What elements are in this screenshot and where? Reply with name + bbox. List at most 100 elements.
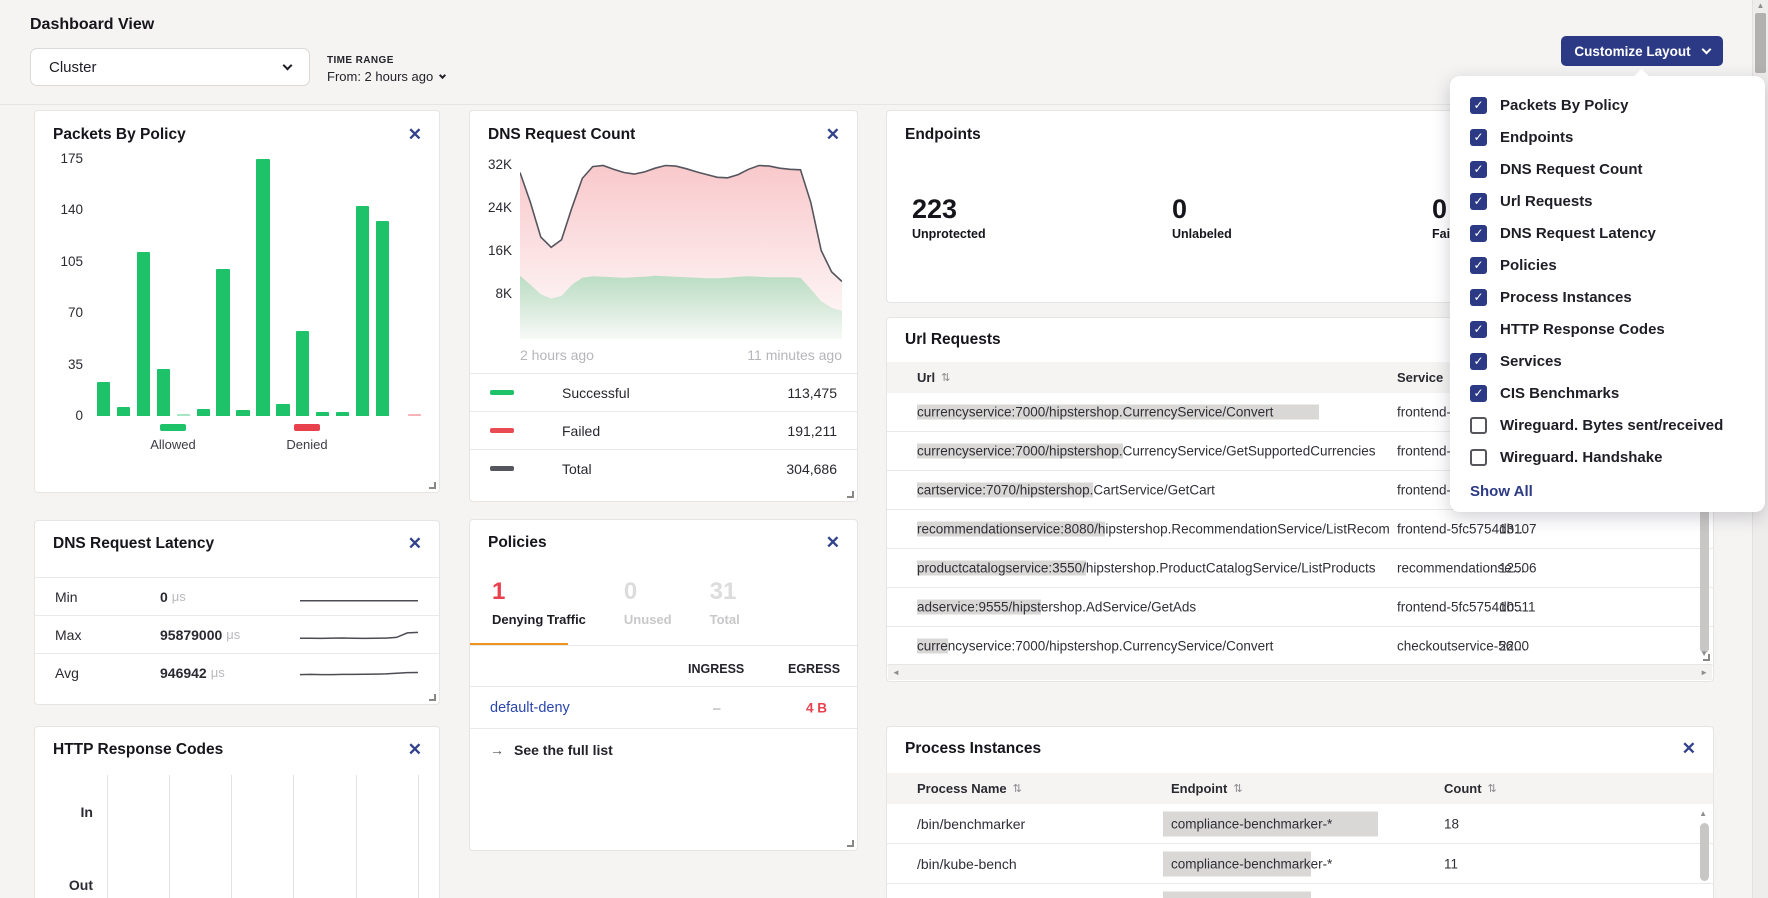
checkbox-checked-icon[interactable]: ✓ bbox=[1470, 161, 1487, 178]
vertical-scrollbar-thumb[interactable] bbox=[1700, 823, 1709, 881]
table-row[interactable]: currencyservice:7000/hipstershop.Currenc… bbox=[887, 627, 1713, 666]
process-name-cell: /bin/kube-bench bbox=[917, 856, 1017, 872]
checkbox-checked-icon[interactable]: ✓ bbox=[1470, 129, 1487, 146]
resize-handle-icon[interactable] bbox=[1703, 654, 1710, 661]
process-table-header: Process Name ⇅ Endpoint ⇅ Count ⇅ bbox=[887, 773, 1713, 804]
view-selector[interactable]: Cluster bbox=[30, 48, 310, 86]
legend-label: Denied bbox=[286, 437, 327, 452]
menu-item[interactable]: ✓ Services bbox=[1450, 345, 1765, 377]
time-range-value[interactable]: From: 2 hours ago bbox=[327, 69, 445, 84]
customize-layout-button[interactable]: Customize Layout bbox=[1561, 36, 1723, 66]
url-text: ipstershop.RecommendationService/ListRec… bbox=[1105, 522, 1389, 537]
bar-allowed bbox=[157, 369, 170, 416]
card-dns-request-latency: DNS Request Latency ✕ Min0μsMax95879000μ… bbox=[34, 520, 440, 705]
menu-item[interactable]: ✓Packets By Policy bbox=[1450, 89, 1765, 121]
menu-item[interactable]: Wireguard. Bytes sent/received bbox=[1450, 409, 1765, 441]
gridline bbox=[231, 775, 232, 898]
menu-item[interactable]: ✓CIS Benchmarks bbox=[1450, 377, 1765, 409]
menu-item-label: Process Instances bbox=[1500, 289, 1632, 306]
scroll-left-icon[interactable]: ◄ bbox=[892, 668, 900, 677]
checkbox-checked-icon[interactable]: ✓ bbox=[1470, 353, 1487, 370]
menu-item-label: Services bbox=[1500, 353, 1562, 370]
column-header-service[interactable]: Service bbox=[1397, 370, 1443, 385]
checkbox-checked-icon[interactable]: ✓ bbox=[1470, 225, 1487, 242]
close-icon[interactable]: ✕ bbox=[826, 534, 840, 551]
close-icon[interactable]: ✕ bbox=[408, 126, 422, 143]
menu-item[interactable]: ✓HTTP Response Codes bbox=[1450, 313, 1765, 345]
policies-tab-denying-traffic[interactable]: 1Denying Traffic bbox=[492, 578, 586, 627]
menu-item[interactable]: ✓ DNS Request Latency bbox=[1450, 217, 1765, 249]
close-icon[interactable]: ✕ bbox=[1682, 740, 1696, 757]
resize-handle-icon[interactable] bbox=[847, 491, 854, 498]
policy-ingress-value: – bbox=[713, 700, 721, 715]
vertical-scrollbar-thumb[interactable] bbox=[1700, 503, 1709, 653]
axis-group-allowed: Allowed bbox=[137, 424, 209, 452]
resize-handle-icon[interactable] bbox=[847, 840, 854, 847]
checkbox-checked-icon[interactable]: ✓ bbox=[1470, 193, 1487, 210]
tab-count: 31 bbox=[710, 578, 740, 606]
page-scrollbar-thumb[interactable] bbox=[1755, 13, 1766, 73]
table-row[interactable]: /bin/kube-benchcompliance-benchmarker-*1… bbox=[887, 844, 1713, 884]
card-title: DNS Request Count bbox=[488, 126, 635, 144]
menu-item[interactable]: ✓Endpoints bbox=[1450, 121, 1765, 153]
policies-tab-unused[interactable]: 0Unused bbox=[624, 578, 672, 627]
process-name-cell: /bin/benchmarker bbox=[917, 816, 1025, 832]
menu-item[interactable]: ✓DNS Request Count bbox=[1450, 153, 1765, 185]
checkbox-unchecked-icon[interactable] bbox=[1470, 449, 1487, 466]
table-row[interactable]: benchmarkercompliance-benchmarker-*9 bbox=[887, 884, 1713, 898]
menu-item[interactable]: ✓ Process Instances bbox=[1450, 281, 1765, 313]
url-text: ershop.AdService/GetAds bbox=[1041, 600, 1196, 615]
y-tick-label: 8K bbox=[476, 286, 512, 301]
y-tick-label: 32K bbox=[476, 157, 512, 172]
see-full-list-link[interactable]: → See the full list bbox=[490, 742, 613, 758]
column-header-endpoint[interactable]: Endpoint ⇅ bbox=[1171, 781, 1243, 796]
y-tick-label: 105 bbox=[49, 254, 83, 269]
close-icon[interactable]: ✕ bbox=[408, 535, 422, 552]
tab-label: Total bbox=[710, 612, 740, 627]
checkbox-checked-icon[interactable]: ✓ bbox=[1470, 257, 1487, 274]
url-text: ncyservice:7000/hipstershop.CurrencyServ… bbox=[948, 639, 1274, 654]
resize-handle-icon[interactable] bbox=[429, 694, 436, 701]
latency-value: 0 bbox=[160, 589, 168, 605]
show-all-link[interactable]: Show All bbox=[1450, 473, 1765, 510]
scroll-up-icon[interactable]: ▲ bbox=[1699, 809, 1707, 818]
page-title: Dashboard View bbox=[30, 16, 154, 34]
checkbox-unchecked-icon[interactable] bbox=[1470, 417, 1487, 434]
menu-item[interactable]: ✓Url Requests bbox=[1450, 185, 1765, 217]
menu-item[interactable]: Wireguard. Handshake bbox=[1450, 441, 1765, 473]
checkbox-checked-icon[interactable]: ✓ bbox=[1470, 97, 1487, 114]
column-header-count[interactable]: Count ⇅ bbox=[1444, 781, 1497, 796]
table-row[interactable]: recommendationservice:8080/hipstershop.R… bbox=[887, 510, 1713, 549]
table-row[interactable]: adservice:9555/hipstershop.AdService/Get… bbox=[887, 588, 1713, 627]
scroll-up-icon[interactable]: ▲ bbox=[1753, 0, 1768, 12]
resize-handle-icon[interactable] bbox=[429, 482, 436, 489]
dashboard-page: Dashboard View Cluster TIME RANGE From: … bbox=[0, 0, 1768, 898]
column-header-url[interactable]: Url ⇅ bbox=[917, 370, 950, 385]
column-header-process-name[interactable]: Process Name ⇅ bbox=[917, 781, 1022, 796]
latency-label: Avg bbox=[55, 665, 160, 681]
x-axis-label-end: 11 minutes ago bbox=[747, 347, 842, 363]
table-row[interactable]: /bin/benchmarker compliance-benchmarker-*… bbox=[887, 804, 1713, 844]
latency-label: Max bbox=[55, 627, 160, 643]
card-policies: Policies ✕ 1Denying Traffic0Unused31Tota… bbox=[469, 519, 858, 851]
table-row[interactable]: productcatalogservice:3550/hipstershop.P… bbox=[887, 549, 1713, 588]
horizontal-scrollbar[interactable]: ◄ ► bbox=[888, 664, 1712, 680]
column-header-ingress: INGRESS bbox=[688, 662, 744, 676]
close-icon[interactable]: ✕ bbox=[408, 741, 422, 758]
highlighted-text: compliance-benchmarker-* bbox=[1163, 811, 1378, 836]
policies-tab-total[interactable]: 31 Total bbox=[710, 578, 740, 627]
gridline bbox=[418, 775, 419, 898]
menu-item-label: DNS Request Latency bbox=[1500, 225, 1656, 242]
sparkline bbox=[299, 588, 419, 606]
menu-item[interactable]: ✓Policies bbox=[1450, 249, 1765, 281]
legend-swatch bbox=[490, 428, 514, 433]
bar-allowed bbox=[356, 206, 369, 416]
tab-label: Denying Traffic bbox=[492, 612, 586, 627]
checkbox-checked-icon[interactable]: ✓ bbox=[1470, 385, 1487, 402]
checkbox-checked-icon[interactable]: ✓ bbox=[1470, 321, 1487, 338]
scroll-right-icon[interactable]: ► bbox=[1700, 668, 1708, 677]
bar-allowed bbox=[97, 382, 110, 416]
checkbox-checked-icon[interactable]: ✓ bbox=[1470, 289, 1487, 306]
close-icon[interactable]: ✕ bbox=[826, 126, 840, 143]
policy-name-link[interactable]: default-deny bbox=[490, 700, 570, 716]
